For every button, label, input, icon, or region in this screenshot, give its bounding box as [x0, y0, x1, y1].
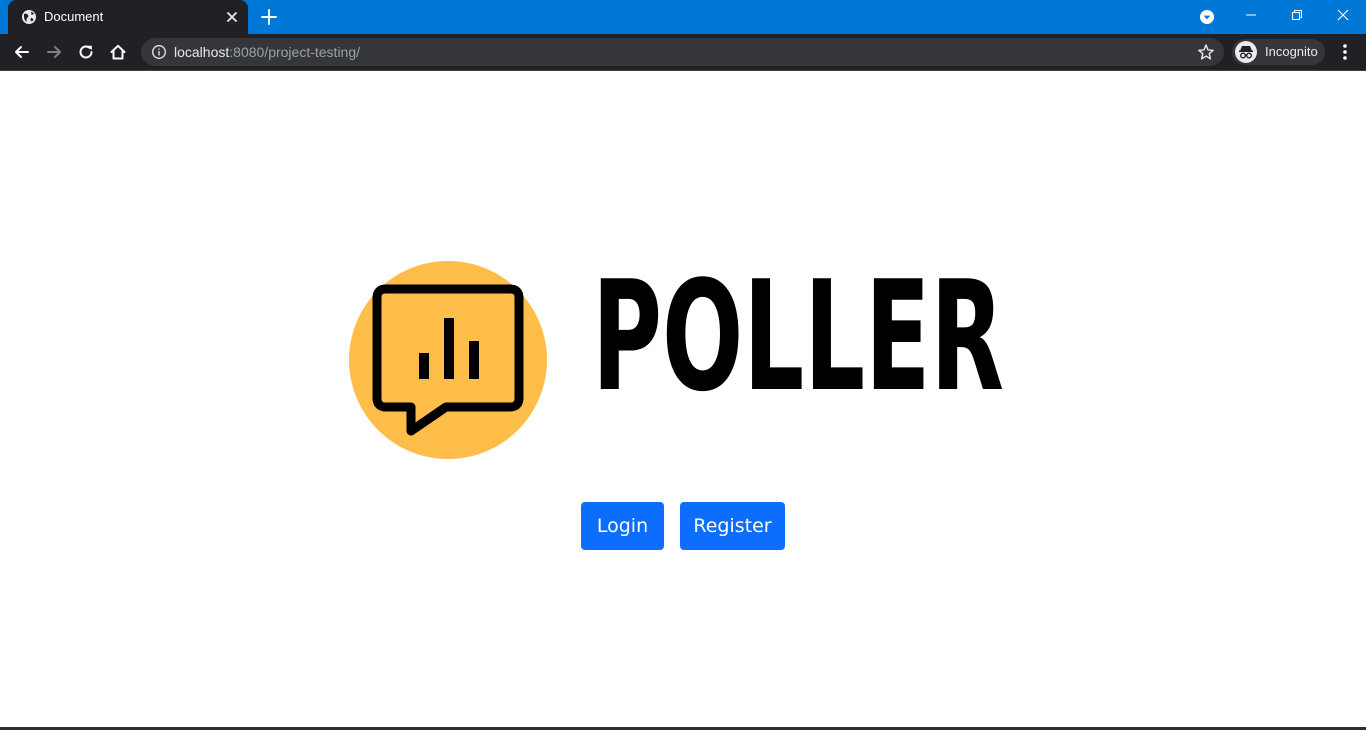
logo-wordmark: POLLER	[592, 275, 1004, 393]
incognito-label: Incognito	[1265, 44, 1318, 59]
url-text[interactable]: localhost:8080/project-testing/	[174, 44, 360, 60]
forward-button[interactable]	[42, 40, 66, 64]
new-tab-icon[interactable]	[259, 7, 279, 27]
minimize-button[interactable]	[1228, 0, 1274, 30]
close-window-icon	[1337, 9, 1349, 21]
browser-toolbar: localhost:8080/project-testing/ Incognit…	[0, 34, 1366, 71]
close-icon[interactable]	[224, 9, 240, 25]
incognito-icon	[1235, 41, 1257, 63]
logo-wordmark-text: POLLER	[592, 275, 1004, 393]
incognito-profile-button[interactable]: Incognito	[1232, 39, 1325, 65]
page-content: POLLER Login Register	[0, 71, 1366, 730]
home-icon	[110, 44, 126, 60]
tab-title: Document	[44, 9, 104, 24]
back-button[interactable]	[10, 40, 34, 64]
home-button[interactable]	[106, 40, 130, 64]
browser-tab[interactable]: Document	[8, 0, 248, 34]
arrow-right-icon	[47, 46, 61, 58]
reload-icon	[79, 45, 93, 59]
poll-chat-bubble-icon	[349, 261, 547, 459]
arrow-left-icon	[15, 46, 29, 58]
address-bar[interactable]: localhost:8080/project-testing/	[141, 38, 1224, 66]
restore-icon	[1292, 10, 1302, 20]
globe-icon	[22, 10, 36, 24]
kebab-menu-icon[interactable]	[1336, 40, 1354, 64]
bookmark-star-icon[interactable]	[1197, 43, 1215, 61]
info-icon[interactable]	[151, 44, 167, 60]
close-window-button[interactable]	[1320, 0, 1366, 30]
minimize-icon	[1246, 14, 1256, 16]
browser-titlebar: Document	[0, 0, 1366, 34]
restore-button[interactable]	[1274, 0, 1320, 30]
url-host: localhost	[174, 44, 230, 60]
reload-button[interactable]	[74, 40, 98, 64]
register-button[interactable]: Register	[680, 502, 785, 550]
url-path: :8080/project-testing/	[229, 44, 361, 60]
login-button[interactable]: Login	[581, 502, 664, 550]
tab-search-icon[interactable]	[1199, 9, 1215, 25]
